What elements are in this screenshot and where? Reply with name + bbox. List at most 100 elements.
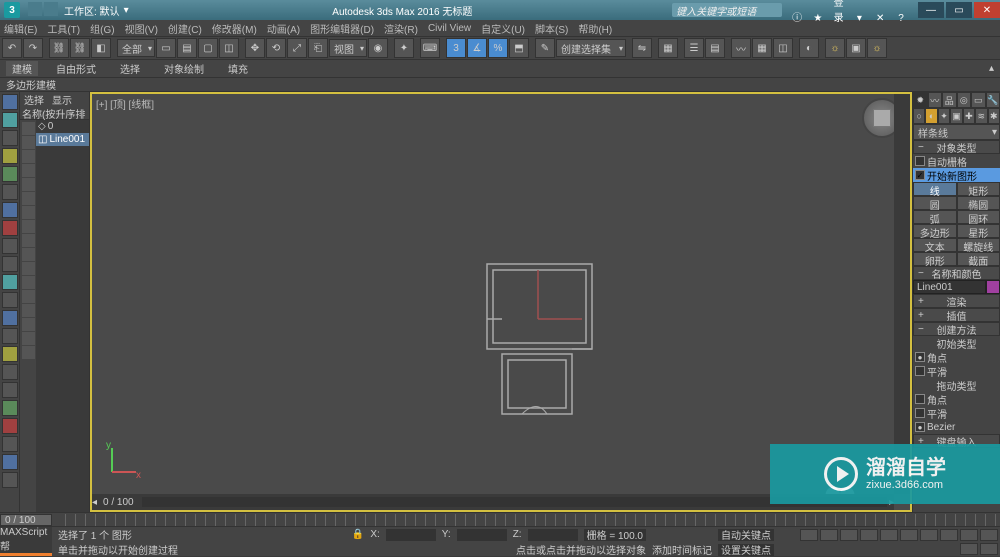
subcategory-dropdown[interactable]: 样条线	[913, 124, 1000, 140]
space-cat[interactable]: ≋	[975, 108, 987, 124]
time-tag-button[interactable]: 添加时间标记	[652, 542, 712, 557]
unlink-button[interactable]: ⛓	[70, 38, 90, 58]
nav-zoomext[interactable]	[960, 529, 978, 541]
nav-min[interactable]	[980, 543, 998, 555]
status-script[interactable]: MAXScript 帮	[0, 527, 52, 553]
scale-button[interactable]: ⤢	[287, 38, 307, 58]
star-icon[interactable]: ★	[809, 13, 827, 27]
select-button[interactable]: ▭	[156, 38, 176, 58]
curve-editor[interactable]: 〰	[731, 38, 751, 58]
menu-civilview[interactable]: Civil View	[428, 23, 471, 34]
leftic-9[interactable]	[2, 238, 18, 254]
hierarchy-tab[interactable]: 品	[942, 92, 957, 108]
btn-text[interactable]: 文本	[913, 238, 957, 252]
color-swatch[interactable]	[986, 280, 1000, 294]
leftic-20[interactable]	[2, 436, 18, 452]
move-button[interactable]: ✥	[245, 38, 265, 58]
refcoord-dropdown[interactable]: 视图	[329, 39, 367, 57]
btn-line[interactable]: 线	[913, 182, 957, 196]
render-setup[interactable]: ☼	[825, 38, 845, 58]
leftic-18[interactable]	[2, 400, 18, 416]
rollout-objtype[interactable]: −对象类型	[913, 140, 1000, 154]
leftic-6[interactable]	[2, 184, 18, 200]
rollout-namecolor[interactable]: −名称和颜色	[913, 266, 1000, 280]
filter-icon[interactable]	[22, 262, 35, 275]
spinner-snap[interactable]: ⬒	[509, 38, 529, 58]
rollout-rendering[interactable]: +渲染	[913, 294, 1000, 308]
lights-cat[interactable]: ✦	[938, 108, 950, 124]
maxscript-listener[interactable]	[0, 553, 52, 556]
btn-helix[interactable]: 螺旋线	[957, 238, 1000, 252]
leftic-8[interactable]	[2, 220, 18, 236]
window-crossing-button[interactable]: ◫	[219, 38, 239, 58]
btn-star[interactable]: 星形	[957, 224, 1000, 238]
menu-create[interactable]: 创建(C)	[168, 21, 202, 36]
filter-icon[interactable]	[22, 248, 35, 261]
explorer-header[interactable]: 名称(按升序排序)	[20, 106, 89, 120]
keymode-button[interactable]: ⌨	[420, 38, 440, 58]
ribbon-tab-modeling[interactable]: 建模	[6, 61, 38, 76]
rollout-interpolation[interactable]: +插值	[913, 308, 1000, 322]
nav-timeconfig[interactable]	[860, 529, 878, 541]
select-region-button[interactable]: ▢	[198, 38, 218, 58]
object-name-input[interactable]: Line001	[913, 280, 986, 294]
menu-script[interactable]: 脚本(S)	[535, 21, 568, 36]
rollout-createmethod[interactable]: −创建方法	[913, 322, 1000, 336]
helpers-cat[interactable]: ✚	[963, 108, 975, 124]
display-tab[interactable]: ▭	[971, 92, 986, 108]
menu-tools[interactable]: 工具(T)	[47, 21, 80, 36]
viewport-vscroll[interactable]	[894, 94, 910, 494]
nav-prevkey[interactable]	[800, 529, 818, 541]
lock-icon[interactable]: 🔒	[352, 529, 364, 540]
shapes-cat[interactable]: ◐	[925, 108, 937, 124]
btn-egg[interactable]: 卵形	[913, 252, 957, 266]
bind-button[interactable]: ◧	[91, 38, 111, 58]
render-frame[interactable]: ▣	[846, 38, 866, 58]
filter-icon[interactable]	[22, 220, 35, 233]
menu-animation[interactable]: 动画(A)	[267, 21, 300, 36]
motion-tab[interactable]: ◎	[957, 92, 972, 108]
leftic-3[interactable]	[2, 130, 18, 146]
radio-smooth1[interactable]	[915, 366, 925, 376]
menu-help[interactable]: 帮助(H)	[578, 21, 612, 36]
percent-snap[interactable]: %	[488, 38, 508, 58]
leftic-17[interactable]	[2, 382, 18, 398]
pivot-button[interactable]: ◉	[368, 38, 388, 58]
info-icon[interactable]: ⓘ	[788, 9, 806, 23]
material-editor[interactable]: ◐	[799, 38, 819, 58]
filter-icon[interactable]	[22, 290, 35, 303]
autogrid-checkbox[interactable]	[915, 156, 925, 166]
leftic-21[interactable]	[2, 454, 18, 470]
time-ruler[interactable]	[56, 514, 996, 526]
ribbon-tab-selection[interactable]: 选择	[114, 61, 146, 76]
close-panel-icon[interactable]: ✕	[871, 13, 889, 27]
close-button[interactable]: ✕	[974, 2, 1000, 18]
leftic-2[interactable]	[2, 112, 18, 128]
leftic-15[interactable]	[2, 346, 18, 362]
filter-icon[interactable]	[22, 318, 35, 331]
nav-max[interactable]	[960, 543, 978, 555]
nav-zoom[interactable]	[920, 529, 938, 541]
btn-circle[interactable]: 圆	[913, 196, 957, 210]
link-button[interactable]: ⛓	[49, 38, 69, 58]
filter-icon[interactable]	[22, 136, 35, 149]
filter-icon[interactable]	[22, 276, 35, 289]
nav-zoomall[interactable]	[940, 529, 958, 541]
leftic-4[interactable]	[2, 148, 18, 164]
filter-icon[interactable]	[22, 206, 35, 219]
leftic-14[interactable]	[2, 328, 18, 344]
filter-icon[interactable]	[22, 164, 35, 177]
filter-icon[interactable]	[22, 192, 35, 205]
menu-graph[interactable]: 图形编辑器(D)	[310, 21, 374, 36]
nav-fov[interactable]	[980, 529, 998, 541]
explorer-item[interactable]: ◇ 0	[36, 120, 89, 133]
explorer-item[interactable]: ◫ Line001	[36, 133, 89, 146]
menu-customize[interactable]: 自定义(U)	[481, 21, 525, 36]
btn-ellipse[interactable]: 椭圆	[957, 196, 1000, 210]
menu-view[interactable]: 视图(V)	[125, 21, 158, 36]
rotate-button[interactable]: ⟲	[266, 38, 286, 58]
login-button[interactable]: 登录	[830, 0, 848, 8]
explorer-tab-select[interactable]: 选择	[20, 92, 48, 106]
time-slider[interactable]: 0 / 100	[0, 512, 1000, 526]
explorer-tab-display[interactable]: 显示	[48, 92, 76, 106]
